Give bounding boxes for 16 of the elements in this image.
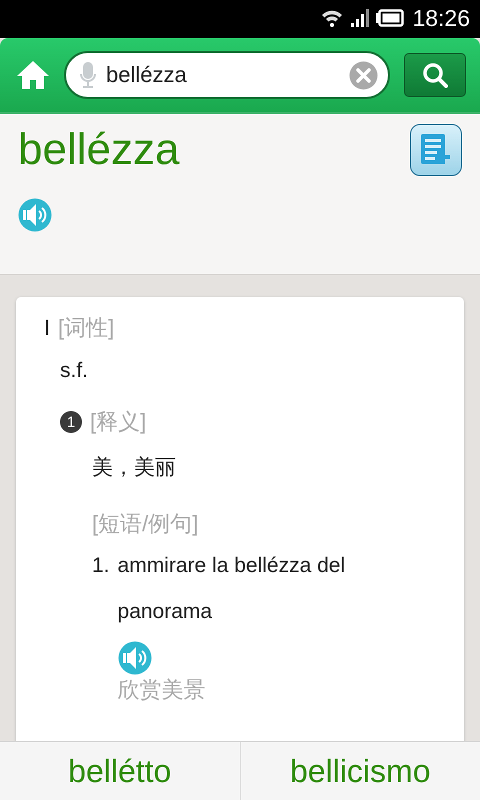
examples-label: [短语/例句] xyxy=(92,510,200,538)
search-input[interactable]: bellézza xyxy=(106,62,339,88)
definition-number: 1 xyxy=(60,411,82,433)
search-bar[interactable]: bellézza xyxy=(64,51,390,99)
headword: bellézza xyxy=(18,124,180,176)
adjacent-word-link[interactable]: bellicismo xyxy=(240,742,480,800)
meaning: 美，美丽 xyxy=(92,455,177,481)
pos-label: [词性] xyxy=(58,314,114,342)
definition-label: [释义] xyxy=(90,408,146,436)
clock: 18:26 xyxy=(412,4,470,32)
part-of-speech: s.f. xyxy=(60,359,90,383)
example-sentence: ammirare la bellézza del panorama xyxy=(118,553,346,625)
example-translation: 欣赏美景 xyxy=(118,676,207,704)
sense-numeral: I xyxy=(44,315,50,341)
adjacent-word-link[interactable]: bellétto xyxy=(0,742,240,800)
example-number: 1. xyxy=(92,553,110,579)
